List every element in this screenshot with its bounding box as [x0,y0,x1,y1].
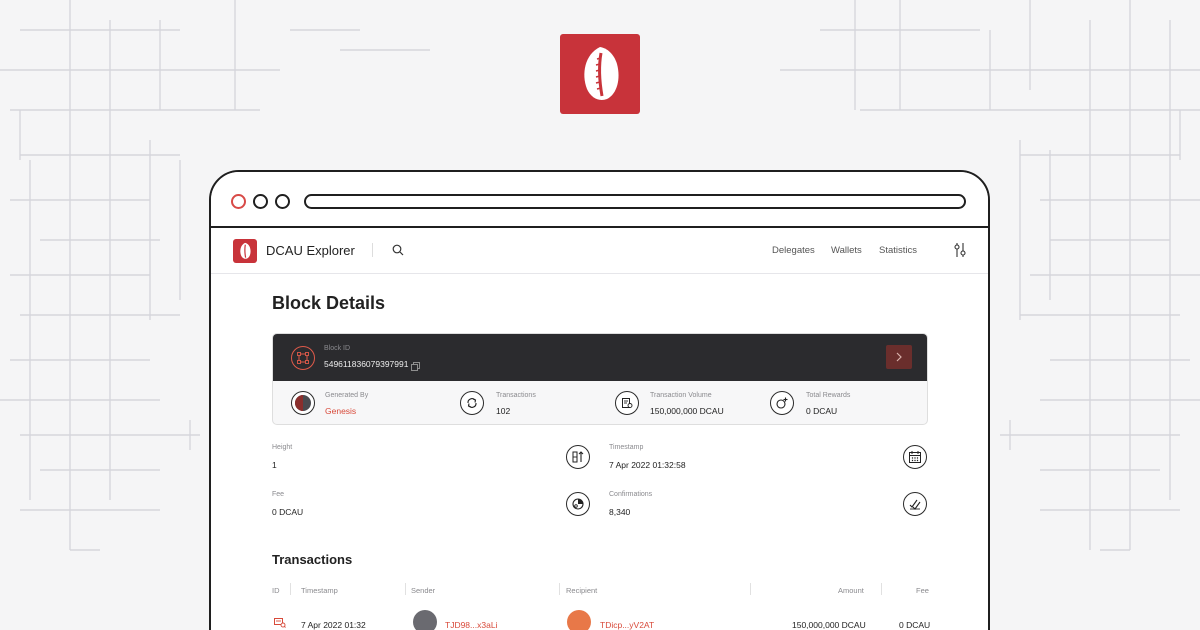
rewards-icon [770,391,794,415]
app-header: DCAU Explorer Delegates Wallets Statisti… [211,228,988,274]
nav-wallets[interactable]: Wallets [831,245,862,256]
confirmations-value: 8,340 [609,507,631,517]
fee-label: Fee [272,491,285,498]
nav-statistics[interactable]: Statistics [879,245,917,256]
header-divider [372,243,373,257]
delegate-avatar-icon [291,391,315,415]
block-id-label: Block ID [324,345,351,352]
height-sort-icon [566,445,590,469]
col-header-id[interactable]: ID [272,586,280,595]
browser-chrome [211,172,988,228]
app-title[interactable]: DCAU Explorer [266,243,355,258]
row-amount: 150,000,000 DCAU [792,620,866,630]
stat-value-transaction-volume: 150,000,000 DCAU [650,406,724,416]
timestamp-value: 7 Apr 2022 01:32:58 [609,460,686,470]
timestamp-label: Timestamp [609,444,644,451]
block-icon [291,346,315,370]
next-block-button[interactable] [886,345,912,369]
col-header-recipient[interactable]: Recipient [566,586,597,595]
block-summary-card: Block ID 5496118360793979​91 Generated B… [272,333,928,425]
col-header-sender[interactable]: Sender [411,586,435,595]
stat-value-transactions: 102 [496,406,511,416]
row-recipient[interactable]: TDicp...yV2AT [600,620,654,630]
confirmations-label: Confirmations [609,491,653,498]
block-id-value: 5496118360793979​91 [324,359,409,369]
calendar-icon [903,445,927,469]
height-value: 1 [272,460,277,470]
search-icon[interactable] [392,243,404,261]
recipient-avatar [567,610,591,630]
row-fee: 0 DCAU [899,620,931,630]
column-divider [881,583,882,595]
stat-value-total-rewards: 0 DCAU [806,406,838,416]
address-bar[interactable] [304,194,966,209]
confirmation-check-icon [903,492,927,516]
brand-logo [560,34,640,114]
transaction-link-icon[interactable] [274,618,286,630]
transactions-title: Transactions [272,552,353,567]
settings-sliders-icon[interactable] [953,242,967,263]
stat-value-generated-by[interactable]: Genesis [325,406,356,416]
block-id-header: Block ID 5496118360793979​91 [273,334,927,381]
window-close-dot[interactable] [231,194,246,209]
block-stats-row: Generated By Genesis Transactions 102 Tr… [273,381,927,424]
column-divider [290,583,291,595]
col-header-fee[interactable]: Fee [916,586,929,595]
browser-window: DCAU Explorer Delegates Wallets Statisti… [209,170,990,630]
cowrie-shell-icon [240,242,251,259]
row-sender[interactable]: TJD98...x3aLi [445,620,497,630]
stat-label-total-rewards: Total Rewards [806,392,851,399]
fee-pie-icon [566,492,590,516]
app-logo[interactable] [233,239,257,263]
fee-value: 0 DCAU [272,507,304,517]
row-timestamp: 7 Apr 2022 01:32 [301,620,366,630]
column-divider [559,583,560,595]
copy-icon[interactable] [411,358,420,376]
stat-label-transactions: Transactions [496,392,536,399]
column-divider [750,583,751,595]
nav-delegates[interactable]: Delegates [772,245,815,256]
volume-icon [615,391,639,415]
stat-label-transaction-volume: Transaction Volume [650,392,712,399]
sender-avatar [413,610,437,630]
col-header-timestamp[interactable]: Timestamp [301,586,338,595]
page-title: Block Details [272,293,386,313]
column-divider [405,583,406,595]
stat-label-generated-by: Generated By [325,392,369,399]
window-minimize-dot[interactable] [253,194,268,209]
cowrie-shell-icon [584,47,619,100]
col-header-amount[interactable]: Amount [838,586,864,595]
transfer-icon [460,391,484,415]
window-maximize-dot[interactable] [275,194,290,209]
chevron-right-icon [896,352,902,362]
height-label: Height [272,444,293,451]
